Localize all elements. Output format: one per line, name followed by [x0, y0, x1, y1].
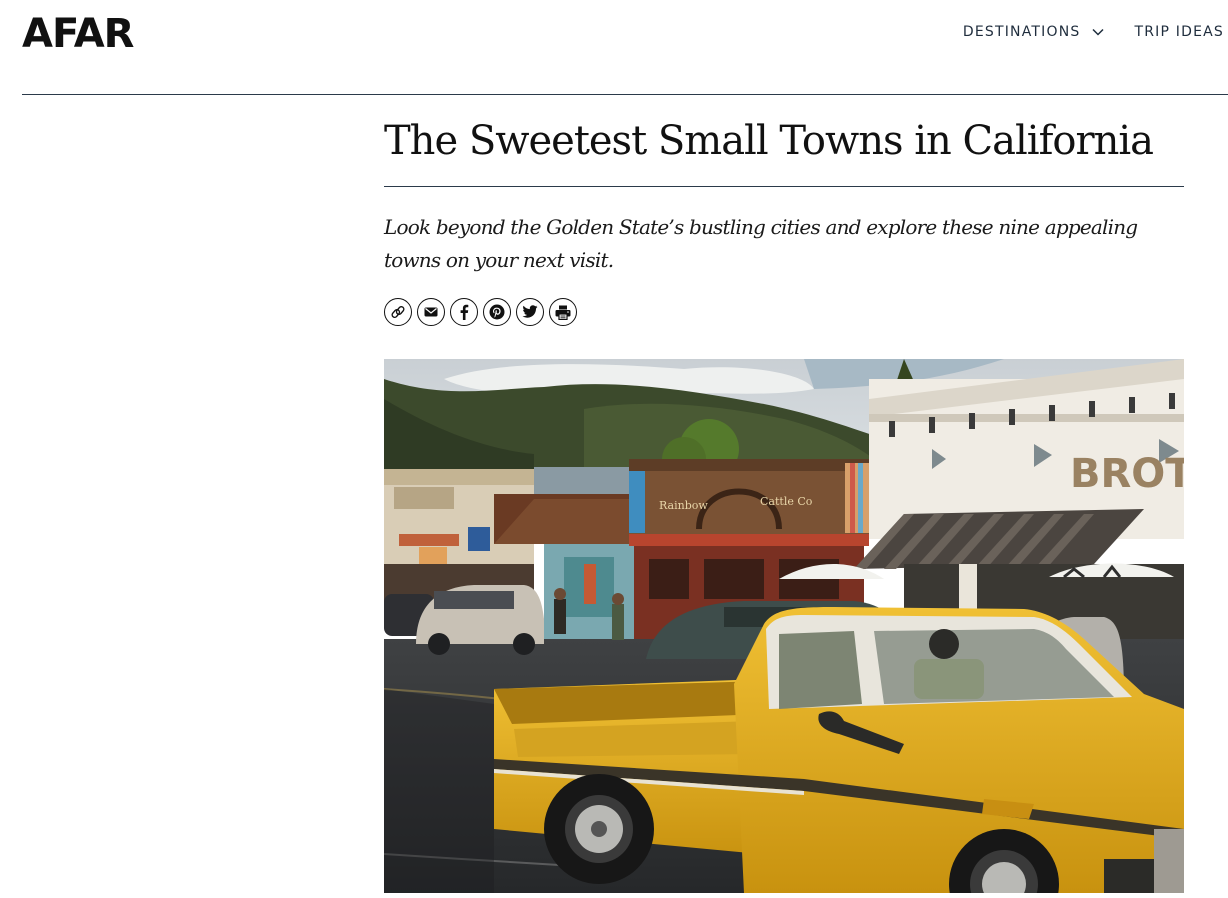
facebook-icon[interactable] — [450, 298, 478, 326]
hero-illustration: Rainbow Cattle Co BROT — [384, 359, 1184, 893]
twitter-icon[interactable] — [516, 298, 544, 326]
print-icon[interactable] — [549, 298, 577, 326]
article-dek: Look beyond the Golden State’s bustling … — [384, 215, 1138, 272]
nav-trip-ideas-label: TRIP IDEAS — [1134, 24, 1224, 40]
brot-sign: BROT — [1070, 451, 1184, 497]
main-nav: DESTINATIONS TRIP IDEAS — [963, 24, 1224, 40]
chevron-down-icon — [1092, 28, 1104, 36]
nav-destinations[interactable]: DESTINATIONS — [963, 24, 1105, 40]
link-icon[interactable] — [384, 298, 412, 326]
afar-logo[interactable]: AFAR — [22, 10, 134, 58]
nav-destinations-label: DESTINATIONS — [962, 24, 1081, 40]
pinterest-icon[interactable] — [483, 298, 511, 326]
header-divider — [22, 94, 1228, 95]
hero-image: Rainbow Cattle Co BROT — [384, 359, 1184, 893]
article-title: The Sweetest Small Towns in California — [384, 112, 1184, 187]
share-bar — [384, 298, 1184, 326]
article-header: The Sweetest Small Towns in California L… — [384, 112, 1184, 326]
nav-trip-ideas[interactable]: TRIP IDEAS — [1134, 24, 1224, 40]
email-icon[interactable] — [417, 298, 445, 326]
cattle-co-sign: Cattle Co — [760, 495, 813, 508]
rainbow-sign: Rainbow — [659, 499, 708, 512]
